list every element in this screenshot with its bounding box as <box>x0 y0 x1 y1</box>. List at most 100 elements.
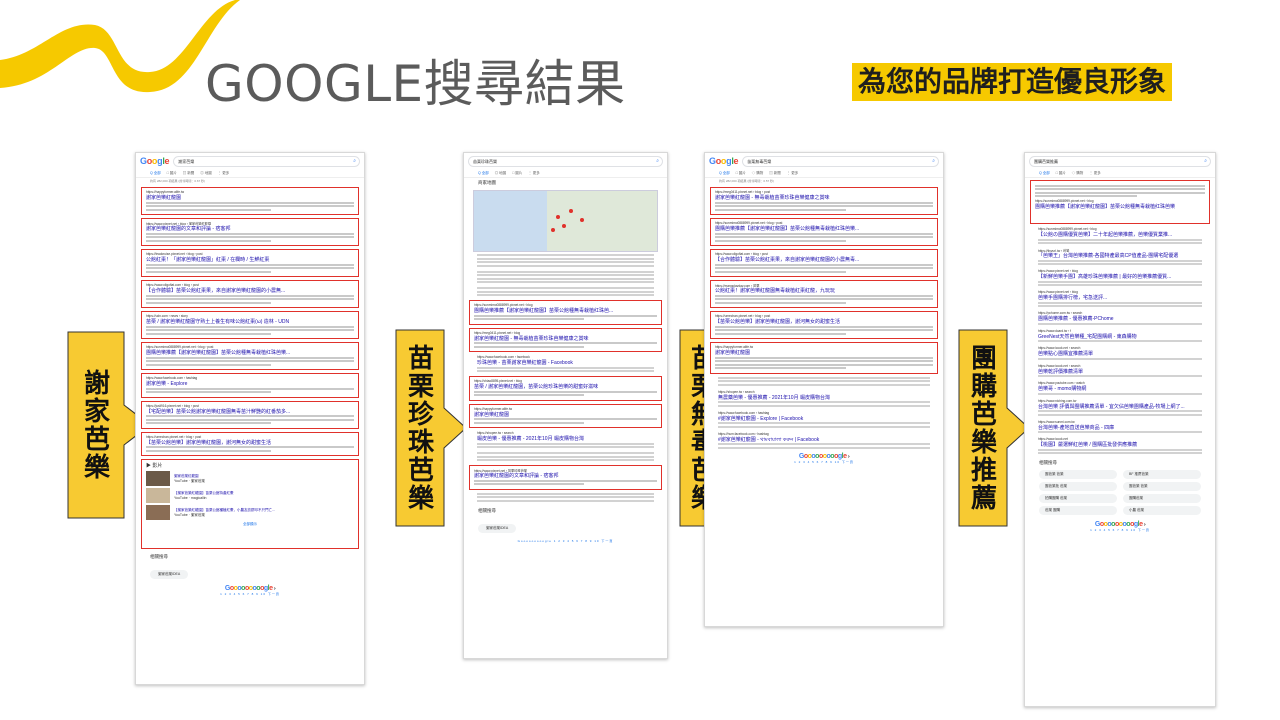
highlighted-result[interactable]: https://www.oligofiat.com › blog › post 【… <box>141 280 359 308</box>
tab-news[interactable]: ▤ 新聞 <box>769 171 780 176</box>
result-title[interactable]: 【公館の團購優質芭樂】二十年起芭樂推薦，芭樂優質業推... <box>1038 231 1202 237</box>
result[interactable]: https://shopee.tw › search 蝦皮芭樂 - 優惠推薦 - … <box>473 431 658 448</box>
search-input[interactable]: 謝家芭樂 ⌕ <box>173 155 360 167</box>
tab-all[interactable]: Q 全部 <box>150 171 161 176</box>
related-search-chip[interactable]: 芭樂 團購 <box>1039 506 1117 515</box>
result[interactable]: https://www.pixnet.net › blog 芭樂手團購排行榜，宅急… <box>1034 290 1206 307</box>
highlighted-result[interactable]: https://sunmimo0888999.pixnet.net › blog… <box>469 300 662 325</box>
result[interactable]: https://www.facebook.com › hashtag #謝家芭樂紅… <box>714 411 934 428</box>
tab-all[interactable]: Q 全部 <box>478 171 489 176</box>
result-title[interactable]: #謝家芭樂紅龍園 - থামবায়ালা করুন | Facebook <box>718 436 930 442</box>
result-title[interactable]: #謝家芭樂紅龍園 - Explore | Facebook <box>718 415 930 421</box>
highlighted-result[interactable]: https://umechan.pixnet.net › blog › post… <box>710 311 938 339</box>
result[interactable]: https://tinyurl.tw › 芭樂 「芭樂王」台灣芭樂推薦-各國特產最… <box>1034 248 1206 265</box>
result[interactable]: https://www.icook.net › search 芭樂乾評價推薦清單 <box>1034 364 1206 377</box>
result[interactable]: https://hum.facebook.com › hashtag #謝家芭樂紅… <box>714 432 934 449</box>
result-title[interactable]: 【苗栗公館芭樂】謝家芭樂紅龍園，謝河無女的甜蜜生活 <box>146 439 354 445</box>
result[interactable]: https://www.dcard.tw › f GreeNest天然芭樂種_宅配… <box>1034 329 1206 342</box>
highlighted-result[interactable]: https://leadcruise.pixnet.net › blog › p… <box>141 249 359 277</box>
result-title[interactable]: 【新鮮芭樂手團】高雄珍珠芭樂推薦 | 最好的芭樂推薦優質... <box>1038 273 1202 279</box>
result[interactable] <box>473 492 658 502</box>
result-title[interactable]: 團購芭樂推薦【謝家芭樂紅龍園】苗栗公館種無毒栽植红珠芭樂 <box>1035 203 1205 209</box>
tab-images[interactable]: □ 圖片 <box>736 171 746 176</box>
result[interactable]: https://www.pixnet.net › blog 【新鮮芭樂手團】高雄珍… <box>1034 269 1206 286</box>
highlighted-featured-snippet[interactable]: https://sunmimo0888999.pixnet.net › blog… <box>1030 180 1210 224</box>
related-search-chip[interactable]: 謝家芭樂IDEA <box>150 570 189 579</box>
result-title[interactable]: 【合作體驗】苗栗公館紅棗果，來自謝家芭樂紅龍園的小農無毒... <box>715 256 933 262</box>
result-title[interactable]: 謝家芭樂紅龍園 - 無毒栽植苗栗珍珠芭樂健康之賞味 <box>474 335 657 341</box>
map-pin[interactable] <box>580 218 585 222</box>
related-search-chip[interactable]: 團芭樂 芭樂 <box>1123 482 1201 491</box>
related-search-chip[interactable]: 小農 芭樂 <box>1123 506 1201 515</box>
related-search-chip[interactable]: 團購芭樂 <box>1123 494 1201 503</box>
highlighted-result[interactable]: https://mangolayday.com › 苗栗 公館紅棗！謝家芭樂紅龍園… <box>710 280 938 308</box>
tab-maps[interactable]: ◎ 地圖 <box>495 171 506 176</box>
result[interactable]: https://www.icook.net › search 芭樂點心團購宜推薦清… <box>1034 346 1206 360</box>
highlighted-result[interactable]: https://www.pixnet.net › 苗栗珍珠芭樂 謝家芭樂紅龍園的文… <box>469 465 662 490</box>
tab-shopping[interactable]: ◇ 購物 <box>1072 171 1083 176</box>
result[interactable]: https://pchome.com.tw › search 團購芭樂推薦 - 優… <box>1034 311 1206 325</box>
result[interactable]: https://www.icook.net 【桃園】嚴選鮮紅芭樂 / 團購區批發供… <box>1034 437 1206 454</box>
result[interactable]: https://www.niching.com.tw 台灣芭樂 評價與團購推薦清單… <box>1034 399 1206 416</box>
tab-more[interactable]: ⋮ 更多 <box>787 171 798 176</box>
result-title[interactable]: 謝家芭樂紅龍園 <box>146 194 354 200</box>
result-title[interactable]: 無農藥芭樂 - 優惠推薦 - 2021年10月 蝦皮購物台灣 <box>718 394 930 400</box>
related-search-chip[interactable]: 謝家芭樂IDEA <box>478 523 517 533</box>
tab-more[interactable]: ⋮ 更多 <box>528 171 539 176</box>
show-all-link[interactable]: 全部顯示 <box>146 522 354 527</box>
map-pin[interactable] <box>561 224 566 228</box>
local-listing[interactable] <box>473 254 658 267</box>
local-listing[interactable] <box>473 287 658 296</box>
result-title[interactable]: 謝家芭樂紅龍園的文章和評論 - 痞客邦 <box>146 225 354 231</box>
search-input[interactable]: 苗栗珍珠芭樂 ⌕ <box>468 155 663 167</box>
highlighted-result[interactable]: https://chiao8895.pixnet.net › blog 苗栗 / … <box>469 376 662 401</box>
result-title[interactable]: 芭樂乾評價推薦清單 <box>1038 368 1202 374</box>
result[interactable]: https://www.facebook.com › facebook 珍珠芭樂 … <box>473 355 658 372</box>
map-pin[interactable] <box>550 228 555 233</box>
result-title[interactable]: 「芭樂王」台灣芭樂推薦-各國特產最高CP值產品-團購宅配優選 <box>1038 252 1202 258</box>
map-pin[interactable] <box>556 215 561 219</box>
local-listing[interactable] <box>473 270 658 283</box>
highlighted-result[interactable]: https://happyformer.alife.tw 謝家芭樂紅龍園 <box>469 403 662 428</box>
result-title[interactable]: 謝家芭樂紅龍園 <box>474 411 657 417</box>
result-title[interactable]: 公館紅棗！謝家芭樂紅龍園無毒栽植紅棗紅龍，九玩玩 <box>715 287 933 293</box>
result-title[interactable]: 謝家芭樂紅龍園 - 無毒栽植苗栗珍珠芭樂健康之賞味 <box>715 194 933 200</box>
result[interactable]: https://www.sunmi.com.tw 台灣芭樂-產地直送芭樂商品 - … <box>1034 420 1206 433</box>
tab-news[interactable]: ▤ 新聞 <box>183 171 194 176</box>
result[interactable]: https://www.youtube.com › watch 芭樂哥 - mom… <box>1034 381 1206 395</box>
video-item[interactable]: 謝家芭樂紅龍園 YouTube · 謝家芭樂 <box>146 471 354 486</box>
result-title[interactable]: 團購芭樂推薦【謝家芭樂紅龍園】苗栗公館種無毒栽植红珠芭... <box>474 307 657 313</box>
pagination-numbers[interactable]: Gooooooooogle 1 2 3 4 5 6 7 8 9 10 下一頁 <box>464 539 667 543</box>
video-item[interactable]: 【謝家芭樂紅龍園】苗栗公館種植紅棗，小農友訪膠印不只門亡... YouTube ·… <box>146 505 354 520</box>
result-title[interactable]: 【宅配芭樂】苗栗公館謝家芭樂紅龍園無毒苗汁鮮艷的紅番茄多... <box>146 408 354 414</box>
highlighted-result[interactable]: https://www.pixnet.net › blog › 謝家芭樂紅龍園謝… <box>141 218 359 246</box>
result[interactable] <box>473 452 658 461</box>
search-input[interactable]: 苗栗無毒芭樂 ⌕ <box>742 155 939 167</box>
result-title[interactable]: 謝家芭樂紅龍園的文章和評論 - 痞客邦 <box>474 472 657 478</box>
tab-images[interactable]: □ 圖片 <box>512 171 522 176</box>
search-input[interactable]: 團購芭樂推薦 ⌕ <box>1029 155 1211 167</box>
result-title[interactable]: 蝦皮芭樂 - 優惠推薦 - 2021年10月 蝦皮購物台灣 <box>477 435 654 441</box>
pagination-numbers[interactable]: 1 2 3 4 5 6 7 8 9 10 下一頁 <box>136 592 364 596</box>
result-title[interactable]: 謝家芭樂 - Explore <box>146 380 354 386</box>
tab-more[interactable]: ⋮ 更多 <box>218 171 229 176</box>
video-item[interactable]: 【謝家芭樂紅龍園】苗栗公館特產紅棗 YouTube · magicallin <box>146 488 354 503</box>
tab-maps[interactable]: ◎ 地圖 <box>200 171 211 176</box>
related-search-chip[interactable]: 團芭樂 芭樂 <box>1039 470 1117 479</box>
map-view[interactable] <box>473 190 658 252</box>
related-search-chip[interactable]: 團芭樂批 芭樂 <box>1039 482 1117 491</box>
map-pin[interactable] <box>569 209 574 213</box>
pagination-numbers[interactable]: 1 2 3 4 5 6 7 8 9 10 下一頁 <box>1025 528 1215 532</box>
result-title[interactable]: 芭樂點心團購宜推薦清單 <box>1038 350 1202 356</box>
related-search-chip[interactable]: 拍購團購 芭樂 <box>1039 494 1117 503</box>
highlighted-result[interactable]: https://www.facebook.com › hashtag 謝家芭樂 -… <box>141 373 359 398</box>
highlighted-result[interactable]: https://udn.com › news › story 苗栗 / 謝家芭樂紅… <box>141 311 359 339</box>
result[interactable]: https://sunmimo0888999.pixnet.net › blog… <box>1034 227 1206 244</box>
result-title[interactable]: 【桃園】嚴選鮮紅芭樂 / 團購區批發供應推薦 <box>1038 441 1202 447</box>
highlighted-result[interactable]: https://sunmimo0888999.pixnet.net › blog… <box>710 218 938 246</box>
result[interactable] <box>714 376 934 386</box>
highlighted-result[interactable]: https://happyformer.alife.tw 謝家芭樂紅龍園 <box>141 187 359 215</box>
highlighted-result[interactable]: https://happyformer.alife.tw 謝家芭樂紅龍園 <box>710 342 938 374</box>
result-title[interactable]: 【合作體驗】苗栗公館紅棗果，來自謝家芭樂紅龍園的小農無... <box>146 287 354 293</box>
result-title[interactable]: 團購芭樂推薦【謝家芭樂紅龍園】苗栗公館種無毒栽植红珠芭樂... <box>146 349 354 355</box>
